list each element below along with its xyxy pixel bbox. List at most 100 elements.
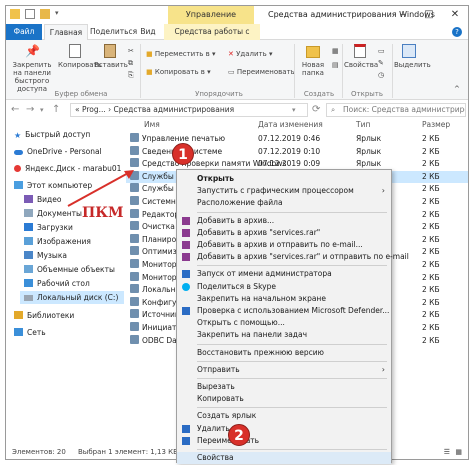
- move-to-button[interactable]: ■ Переместить в ▾: [146, 49, 216, 59]
- address-path: « Prog... › Средства администрирования: [75, 105, 235, 114]
- help-icon[interactable]: ?: [452, 27, 462, 37]
- group-separator: [342, 44, 343, 98]
- minimize-button[interactable]: –: [390, 6, 416, 24]
- close-button[interactable]: ✕: [442, 6, 468, 24]
- properties-button[interactable]: Свойства: [344, 44, 378, 69]
- context-menu-item[interactable]: Открыть с помощью...: [177, 317, 391, 329]
- new-folder-button[interactable]: Новая папка: [296, 44, 330, 77]
- collapse-ribbon-icon[interactable]: ^: [454, 84, 460, 94]
- new-item-icon[interactable]: ▦: [332, 46, 339, 56]
- shield-icon: [182, 424, 190, 433]
- open-icon[interactable]: ▭: [378, 46, 385, 56]
- skype-icon: [182, 282, 190, 291]
- context-menu-item[interactable]: Удалить: [177, 423, 391, 435]
- tab-shortcut-tools[interactable]: Средства работы с ярлыками: [164, 24, 260, 52]
- file-size-text: 2 КБ: [422, 272, 440, 282]
- context-menu-item-label: Расположение файла: [197, 198, 283, 208]
- context-menu-item[interactable]: Добавить в архив...: [177, 215, 391, 227]
- context-menu-item[interactable]: Добавить в архив "services.rar": [177, 227, 391, 239]
- nav-label: OneDrive - Personal: [27, 147, 102, 156]
- delete-icon: ✕: [228, 50, 237, 58]
- up-arrow-icon[interactable]: ↑: [52, 104, 60, 115]
- context-menu-item[interactable]: Добавить в архив "services.rar" и отправ…: [177, 251, 409, 263]
- nav-label: Быстрый доступ: [25, 130, 91, 139]
- nav-3d-objects[interactable]: Объемные объекты: [24, 263, 115, 276]
- file-date-text: 07.12.2019 0:46: [258, 134, 321, 143]
- pictures-folder-icon: [24, 237, 33, 245]
- tab-file[interactable]: Файл: [6, 24, 42, 40]
- context-menu-item[interactable]: Добавить в архив и отправить по e-mail..…: [177, 239, 391, 251]
- context-menu-item[interactable]: Вырезать: [177, 381, 391, 393]
- forward-arrow-icon[interactable]: →: [26, 104, 34, 115]
- pin-quick-access-button[interactable]: 📌 Закрепить на панели быстрого доступа: [8, 44, 56, 93]
- rename-button[interactable]: ▭ Переименовать: [228, 67, 295, 77]
- context-menu-item-label: Добавить в архив...: [197, 215, 275, 225]
- properties-qat-icon[interactable]: [25, 9, 35, 19]
- edit-icon[interactable]: ✎: [378, 58, 384, 68]
- context-menu-item[interactable]: Восстановить прежнюю версию: [177, 347, 391, 359]
- context-menu-item[interactable]: Поделиться в Skype: [177, 281, 391, 293]
- nav-desktop[interactable]: Рабочий стол: [24, 277, 90, 290]
- context-menu-item[interactable]: Отправить ›: [177, 364, 391, 376]
- nav-network[interactable]: Сеть: [14, 326, 46, 339]
- context-menu-item[interactable]: Открыть: [177, 173, 391, 185]
- paste-shortcut-icon[interactable]: ⎘: [128, 70, 134, 80]
- address-dropdown-icon[interactable]: ▾: [292, 106, 296, 114]
- new-folder-icon: [306, 46, 320, 58]
- select-button[interactable]: Выделить: [394, 44, 431, 69]
- recent-locations-icon[interactable]: ▾: [40, 106, 44, 114]
- nav-local-disk-c[interactable]: Локальный диск (C:): [20, 291, 124, 304]
- nav-quick-access[interactable]: ★ Быстрый доступ: [14, 128, 90, 141]
- shortcut-file-icon: [130, 233, 139, 243]
- easy-access-icon[interactable]: ▤: [332, 60, 339, 70]
- tab-home[interactable]: Главная: [44, 24, 88, 40]
- group-separator: [392, 44, 393, 98]
- nav-libraries[interactable]: Библиотеки: [14, 309, 74, 322]
- nav-pictures[interactable]: Изображения: [24, 235, 91, 248]
- maximize-button[interactable]: □: [416, 6, 442, 24]
- item-count: Элементов: 20: [12, 448, 66, 456]
- column-header-name[interactable]: Имя: [144, 118, 160, 132]
- back-arrow-icon[interactable]: ←: [11, 104, 19, 115]
- large-icons-view-icon[interactable]: ▦: [455, 445, 462, 459]
- context-menu-item[interactable]: Закрепить на начальном экране: [177, 293, 391, 305]
- folder-copy-icon: ■: [146, 68, 155, 76]
- context-menu-item[interactable]: Проверка с использованием Microsoft Defe…: [177, 305, 391, 317]
- column-header-date[interactable]: Дата изменения: [258, 118, 323, 132]
- tab-view[interactable]: Вид: [136, 24, 160, 40]
- address-bar[interactable]: « Prog... › Средства администрирования: [70, 103, 308, 117]
- properties-icon: [354, 44, 366, 58]
- context-menu-item[interactable]: Запуск от имени администратора: [177, 268, 391, 280]
- address-bar-row: ← → ▾ ↑ « Prog... › Средства администрир…: [6, 101, 468, 119]
- context-menu-item[interactable]: Переименовать: [177, 435, 391, 447]
- copy-to-button[interactable]: ■ Копировать в ▾: [146, 67, 211, 77]
- paste-button[interactable]: Вставить: [94, 44, 128, 69]
- customize-qat-icon[interactable]: ▾: [55, 9, 65, 19]
- new-folder-qat-icon[interactable]: [40, 9, 50, 19]
- delete-button[interactable]: ✕ Удалить ▾: [228, 49, 272, 59]
- context-menu-item[interactable]: Закрепить на панели задач: [177, 329, 391, 341]
- context-menu-item[interactable]: Копировать: [177, 393, 391, 405]
- column-header-size[interactable]: Размер: [422, 118, 450, 132]
- refresh-icon[interactable]: ⟳: [312, 104, 320, 115]
- file-size-text: 2 КБ: [422, 297, 440, 307]
- file-name-text: Управление печатью: [142, 134, 226, 143]
- details-view-icon[interactable]: ☰: [444, 445, 450, 459]
- nav-videos[interactable]: Видео: [24, 193, 61, 206]
- context-menu-item[interactable]: Запустить с графическим процессором ›: [177, 185, 391, 197]
- context-menu-item[interactable]: Свойства: [177, 452, 391, 464]
- context-menu-item-label: Создать ярлык: [197, 411, 257, 421]
- copy-path-icon[interactable]: ⧉: [128, 58, 133, 68]
- cut-icon[interactable]: ✂: [128, 46, 134, 56]
- nav-music[interactable]: Музыка: [24, 249, 67, 262]
- nav-downloads[interactable]: Загрузки: [24, 221, 73, 234]
- search-input[interactable]: ⌕ Поиск: Средства администрирования Wind…: [326, 103, 466, 117]
- downloads-folder-icon: [24, 223, 33, 231]
- column-header-type[interactable]: Тип: [356, 118, 370, 132]
- history-icon[interactable]: ◷: [378, 70, 384, 80]
- copy-button[interactable]: Копировать: [58, 44, 102, 69]
- context-menu-item[interactable]: Создать ярлык: [177, 410, 391, 422]
- tab-share[interactable]: Поделиться: [90, 24, 137, 40]
- nav-onedrive[interactable]: OneDrive - Personal: [14, 145, 102, 158]
- context-menu-item[interactable]: Расположение файла: [177, 197, 391, 209]
